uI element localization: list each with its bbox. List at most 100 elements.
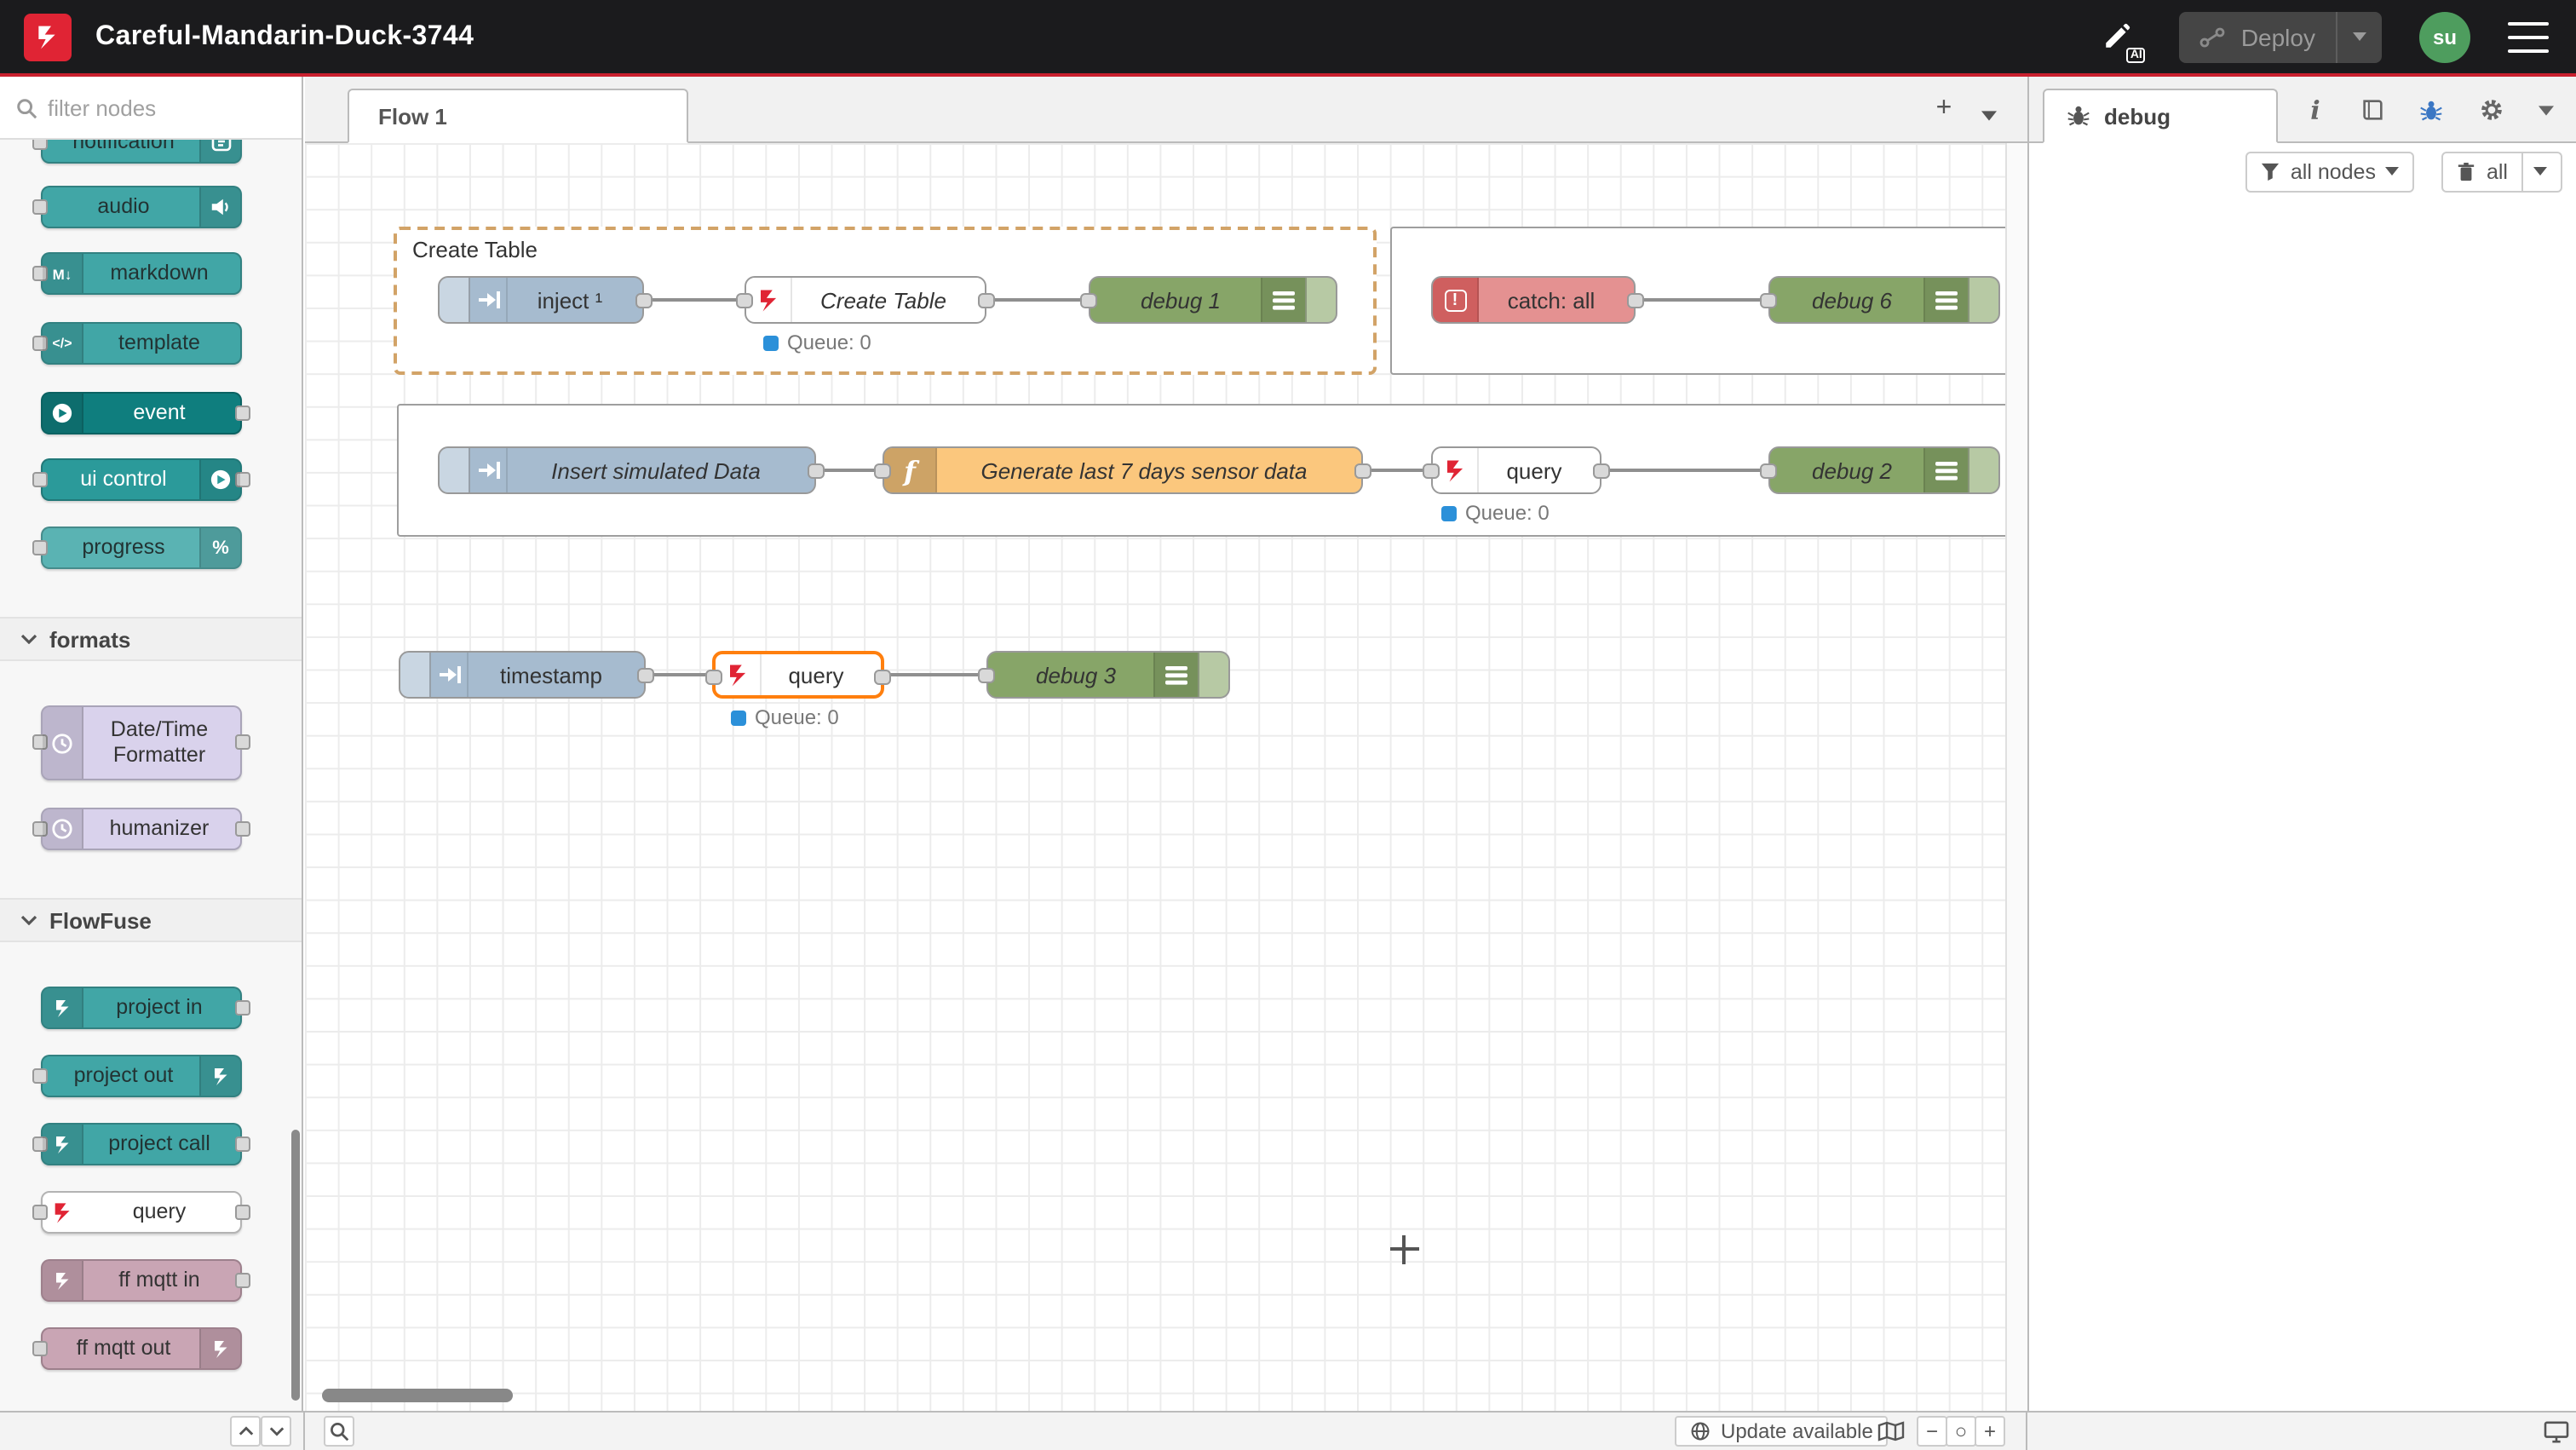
tab-list-caret[interactable] [1981, 99, 1997, 129]
palette-section-formats[interactable]: formats [0, 617, 302, 661]
input-port[interactable] [978, 668, 995, 683]
debug-toggle-button[interactable] [1305, 278, 1336, 322]
status-text: Queue: 0 [1465, 501, 1550, 525]
add-flow-button[interactable]: + [1927, 92, 1961, 126]
palette-node-template[interactable]: </> template [41, 322, 242, 365]
wire[interactable] [986, 298, 1089, 302]
flow-canvas[interactable]: Create Table inject ¹ Create Table [305, 143, 2005, 1411]
wire[interactable] [1636, 298, 1768, 302]
expand-sidebar-button[interactable] [2539, 1416, 2573, 1447]
wire[interactable] [644, 298, 745, 302]
input-port[interactable] [874, 463, 891, 479]
group-label: Create Table [412, 237, 538, 262]
palette-node-datetime-formatter[interactable]: Date/Time Formatter [41, 705, 242, 780]
canvas-horizontal-scrollbar[interactable] [322, 1389, 513, 1402]
canvas-vertical-scrollbar-track[interactable] [2005, 143, 2027, 1411]
node-query-2[interactable]: query [1431, 446, 1601, 494]
navigator-toggle-button[interactable] [1874, 1416, 1906, 1447]
tab-flow-1[interactable]: Flow 1 [348, 89, 688, 143]
palette-node-project-in[interactable]: project in [41, 987, 242, 1029]
sidebar-tab-info[interactable]: i [2293, 77, 2337, 143]
node-function-generate-data[interactable]: f Generate last 7 days sensor data [883, 446, 1363, 494]
canvas-search-button[interactable] [324, 1416, 354, 1447]
node-timestamp-inject[interactable]: timestamp [399, 651, 646, 699]
deploy-button[interactable]: Deploy [2180, 11, 2382, 62]
sidebar-tab-debug-icon[interactable] [2409, 77, 2453, 143]
palette-node-markdown[interactable]: M↓ markdown [41, 252, 242, 295]
node-catch-all[interactable]: ! catch: all [1431, 276, 1636, 324]
wire[interactable] [1363, 469, 1431, 472]
palette-node-audio[interactable]: audio [41, 186, 242, 228]
output-port[interactable] [808, 463, 825, 479]
main-menu-button[interactable] [2508, 21, 2549, 52]
flowfuse-logo-icon[interactable] [24, 13, 72, 60]
sidebar-tab-debug[interactable]: debug [2043, 89, 2278, 143]
palette-node-ff-mqtt-out[interactable]: ff mqtt out [41, 1327, 242, 1370]
zoom-in-button[interactable]: + [1975, 1416, 2005, 1447]
node-debug-3[interactable]: debug 3 [986, 651, 1230, 699]
tab-label: Flow 1 [378, 103, 447, 129]
zoom-out-button[interactable]: − [1917, 1416, 1947, 1447]
output-port[interactable] [1593, 463, 1610, 479]
sidebar-tab-config[interactable] [2469, 77, 2513, 143]
input-port[interactable] [1080, 293, 1097, 308]
debug-toggle-button[interactable] [1968, 448, 1998, 492]
output-port[interactable] [637, 668, 654, 683]
wire[interactable] [1601, 469, 1768, 472]
palette-node-progress[interactable]: % progress [41, 526, 242, 569]
user-avatar[interactable]: su [2419, 11, 2470, 62]
palette-node-event[interactable]: event [41, 392, 242, 434]
inject-arrow-icon [470, 448, 508, 492]
input-port[interactable] [1760, 463, 1777, 479]
wire[interactable] [884, 673, 986, 676]
node-create-table-query[interactable]: Create Table [745, 276, 986, 324]
debug-console-icon [1153, 653, 1198, 697]
ai-assistant-button[interactable]: AI [2091, 11, 2142, 62]
inject-trigger-button[interactable] [440, 278, 470, 322]
node-status: Queue: 0 [1441, 501, 1550, 525]
palette-node-notification[interactable]: notification [41, 140, 242, 164]
input-port[interactable] [705, 670, 722, 685]
input-port[interactable] [1760, 293, 1777, 308]
node-query-3-selected[interactable]: query [712, 651, 884, 699]
output-port[interactable] [874, 670, 891, 685]
button-divider [2521, 152, 2523, 190]
palette-node-query[interactable]: query [41, 1191, 242, 1234]
debug-filter-button[interactable]: all nodes [2246, 151, 2415, 192]
deploy-options-caret[interactable] [2336, 11, 2382, 62]
zoom-reset-button[interactable]: ○ [1946, 1416, 1976, 1447]
palette-node-ui-control[interactable]: ui control [41, 458, 242, 501]
input-port[interactable] [1423, 463, 1440, 479]
node-inject-1[interactable]: inject ¹ [438, 276, 644, 324]
output-port[interactable] [1354, 463, 1371, 479]
sidebar-menu-caret[interactable] [2523, 77, 2567, 143]
palette-node-humanizer[interactable]: humanizer [41, 808, 242, 850]
palette-node-ff-mqtt-in[interactable]: ff mqtt in [41, 1259, 242, 1302]
node-debug-1[interactable]: debug 1 [1089, 276, 1337, 324]
inject-trigger-button[interactable] [400, 653, 431, 697]
palette-node-label: ff mqtt in [43, 1261, 240, 1300]
node-debug-2[interactable]: debug 2 [1768, 446, 2000, 494]
palette-search[interactable] [0, 77, 302, 140]
palette-node-project-out[interactable]: project out [41, 1055, 242, 1097]
output-port[interactable] [635, 293, 653, 308]
debug-toggle-button[interactable] [1968, 278, 1998, 322]
palette-filter-input[interactable] [48, 95, 269, 120]
output-port[interactable] [978, 293, 995, 308]
update-available-button[interactable]: Update available [1675, 1416, 1889, 1447]
input-port[interactable] [736, 293, 753, 308]
palette-expand-all-button[interactable] [261, 1416, 291, 1447]
palette-section-flowfuse[interactable]: FlowFuse [0, 898, 302, 942]
palette-node-project-call[interactable]: project call [41, 1123, 242, 1165]
wire[interactable] [646, 673, 712, 676]
wire[interactable] [816, 469, 883, 472]
debug-toggle-button[interactable] [1198, 653, 1228, 697]
node-debug-6[interactable]: debug 6 [1768, 276, 2000, 324]
debug-clear-button[interactable]: all [2442, 151, 2562, 192]
output-port[interactable] [1627, 293, 1644, 308]
inject-trigger-button[interactable] [440, 448, 470, 492]
palette-scrollbar[interactable] [291, 1130, 300, 1401]
sidebar-tab-help[interactable] [2349, 77, 2394, 143]
node-insert-simulated-data[interactable]: Insert simulated Data [438, 446, 816, 494]
palette-collapse-all-button[interactable] [230, 1416, 261, 1447]
